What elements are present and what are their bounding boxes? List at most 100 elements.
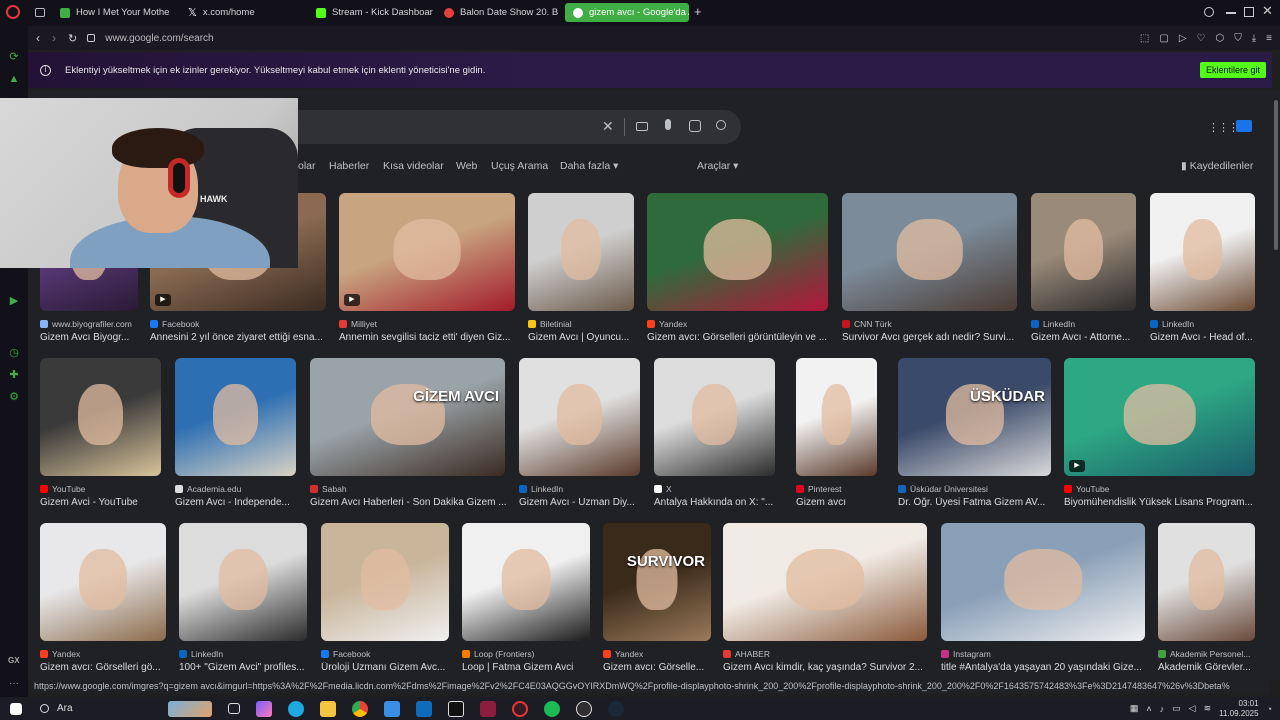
capcut-icon[interactable]	[448, 700, 464, 717]
result-source[interactable]: Instagram	[941, 649, 1145, 659]
result-caption[interactable]: Annesini 2 yıl önce ziyaret ettiği esna.…	[150, 332, 336, 343]
microphone-icon[interactable]: ♪	[1160, 704, 1165, 714]
spotify-icon[interactable]	[544, 700, 560, 717]
account-avatar[interactable]	[1236, 120, 1252, 132]
result-thumbnail[interactable]	[519, 358, 640, 476]
result-source[interactable]: LinkedIn	[179, 649, 307, 659]
chevron-up-icon[interactable]: ˄	[1146, 704, 1151, 714]
opera-gx-icon[interactable]	[512, 700, 528, 717]
result-caption[interactable]: Akademik Görevler...	[1158, 662, 1265, 673]
result-thumbnail[interactable]	[1150, 193, 1255, 311]
snapshot-icon[interactable]: ▢	[1159, 33, 1168, 44]
maximize-button[interactable]	[1244, 7, 1254, 17]
result-thumbnail[interactable]	[179, 523, 307, 641]
clear-search-icon[interactable]: ✕	[602, 118, 614, 135]
keyboard-icon[interactable]	[636, 122, 648, 131]
steam-icon[interactable]	[608, 700, 624, 717]
result-source[interactable]: AHABER	[723, 649, 927, 659]
result-caption[interactable]: title #Antalya'da yaşayan 20 yaşındaki G…	[941, 662, 1155, 673]
menu-icon[interactable]: ≡	[1266, 33, 1272, 44]
url-field[interactable]: www.google.com/search	[105, 33, 1105, 44]
result-source[interactable]: Yandex	[40, 649, 166, 659]
more-icon[interactable]: ···	[9, 678, 19, 689]
microphone-icon[interactable]	[665, 119, 671, 130]
result-source[interactable]: Üsküdar Üniversitesi	[898, 484, 1051, 494]
search-icon[interactable]	[716, 120, 726, 130]
edge-icon[interactable]	[288, 700, 304, 717]
result-source[interactable]: Sabah	[310, 484, 505, 494]
lens-icon[interactable]	[689, 120, 701, 132]
result-source[interactable]: www.biyografiler.com	[40, 319, 138, 329]
result-caption[interactable]: Antalya Hakkında on X: "...	[654, 497, 785, 508]
chrome-icon[interactable]	[352, 700, 368, 717]
result-source[interactable]: LinkedIn	[1031, 319, 1136, 329]
heart-icon[interactable]: ♡	[1197, 33, 1206, 44]
result-thumbnail[interactable]: ÜSKÜDAR	[898, 358, 1051, 476]
result-thumbnail[interactable]	[842, 193, 1017, 311]
result-caption[interactable]: Gizem Avcı - Head of...	[1150, 332, 1265, 343]
extensions-icon[interactable]: ✚	[7, 368, 21, 382]
tab-kick-dashboard[interactable]: Stream - Kick Dashboard	[308, 3, 433, 22]
download-icon[interactable]: ⤓	[1252, 33, 1256, 44]
result-caption[interactable]: Gizem Avcı - Independe...	[175, 497, 306, 508]
result-caption[interactable]: Annemin sevgilisi taciz etti' diyen Giz.…	[339, 332, 525, 343]
page-scrollbar[interactable]	[1272, 90, 1280, 680]
result-source[interactable]: Yandex	[603, 649, 711, 659]
outlook-icon[interactable]	[416, 700, 432, 717]
result-caption[interactable]: Gizem avcı: Görselleri görüntüleyin ve .…	[647, 332, 838, 343]
result-thumbnail[interactable]	[1158, 523, 1255, 641]
opera-logo-icon[interactable]	[6, 5, 20, 19]
result-caption[interactable]: Gizem Avcı | Oyuncu...	[528, 332, 644, 343]
filter-images[interactable]: olar	[298, 160, 316, 172]
app-icon[interactable]	[480, 700, 496, 717]
result-caption[interactable]: Gizem Avcı - Attorne...	[1031, 332, 1146, 343]
file-explorer-icon[interactable]	[320, 700, 336, 717]
vpn-icon[interactable]: ⛉	[1234, 33, 1242, 44]
result-thumbnail[interactable]	[528, 193, 634, 311]
apps-grid-icon[interactable]: ⋮⋮⋮	[1208, 121, 1239, 134]
filter-web[interactable]: Web	[456, 160, 477, 172]
filter-flights[interactable]: Uçuş Arama	[491, 160, 548, 172]
player-icon[interactable]: ▶	[7, 294, 21, 308]
wifi-icon[interactable]: ≋	[1204, 703, 1212, 714]
result-caption[interactable]: Gizem avcı	[796, 497, 887, 508]
result-thumbnail[interactable]	[462, 523, 590, 641]
filter-short-videos[interactable]: Kısa videolar	[383, 160, 444, 172]
keyboard-layout-icon[interactable]: ▦	[1130, 703, 1139, 714]
result-thumbnail[interactable]	[647, 193, 828, 311]
result-thumbnail[interactable]	[796, 358, 877, 476]
ai-icon[interactable]: ▲	[7, 72, 21, 86]
result-thumbnail[interactable]	[1031, 193, 1136, 311]
store-icon[interactable]	[384, 700, 400, 717]
result-source[interactable]: CNN Türk	[842, 319, 1017, 329]
back-icon[interactable]: ‹	[36, 31, 40, 45]
result-source[interactable]: LinkedIn	[519, 484, 640, 494]
result-source[interactable]: Facebook	[150, 319, 326, 329]
play-icon[interactable]: ▷	[1179, 33, 1187, 44]
search-tabs-icon[interactable]	[1204, 7, 1214, 17]
result-thumbnail[interactable]	[321, 523, 449, 641]
result-source[interactable]: YouTube	[40, 484, 161, 494]
extension-icon[interactable]: ⬡	[1216, 33, 1225, 44]
result-source[interactable]: Academia.edu	[175, 484, 296, 494]
result-caption[interactable]: Biyomühendislik Yüksek Lisans Program...	[1064, 497, 1265, 508]
forward-icon[interactable]: ›	[52, 31, 56, 45]
result-caption[interactable]: Gizem avcı: Görselle...	[603, 662, 721, 673]
clock[interactable]: 03:01 11.09.2025	[1219, 699, 1258, 719]
result-caption[interactable]: Üroloji Uzmanı Gizem Avc...	[321, 662, 459, 673]
result-thumbnail[interactable]	[654, 358, 775, 476]
tab-google-search[interactable]: gizem avcı - Google'da A	[565, 3, 689, 22]
result-source[interactable]: LinkedIn	[1150, 319, 1255, 329]
tools-button[interactable]: Araçlar ▾	[697, 160, 738, 172]
close-window-button[interactable]: ✕	[1262, 3, 1273, 19]
settings-icon[interactable]: ⚙	[7, 390, 21, 404]
result-caption[interactable]: Loop | Fatma Gizem Avci	[462, 662, 600, 673]
result-source[interactable]: Akademik Personel...	[1158, 649, 1255, 659]
minimize-button[interactable]	[1226, 12, 1236, 14]
windows-start-icon[interactable]	[10, 702, 22, 715]
result-source[interactable]: X	[654, 484, 775, 494]
result-thumbnail[interactable]	[40, 523, 166, 641]
result-source[interactable]: Facebook	[321, 649, 449, 659]
scrollbar-thumb[interactable]	[1274, 100, 1278, 250]
obs-icon[interactable]	[576, 700, 592, 717]
